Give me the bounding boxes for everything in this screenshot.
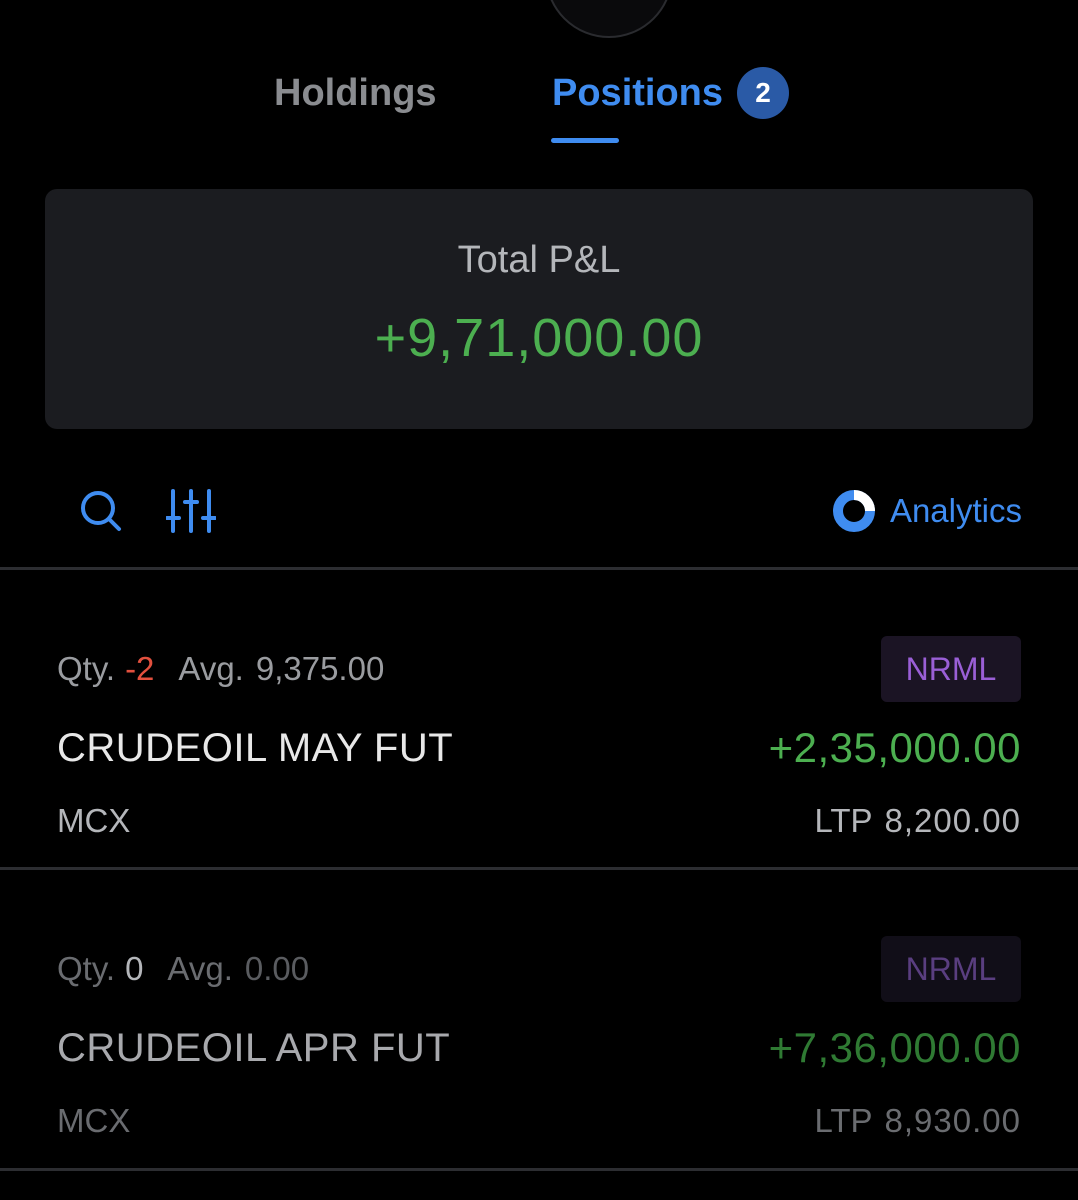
divider xyxy=(0,567,1078,570)
product-type-badge: NRML xyxy=(881,936,1021,1002)
ltp: LTP 8,930.00 xyxy=(814,1102,1021,1140)
qty-label: Qty. xyxy=(57,950,116,987)
position-row[interactable]: Qty. -2 Avg. 9,375.00 NRML CRUDEOIL MAY FUT… xyxy=(0,590,1078,888)
positions-tabs: Holdings Positions 2 xyxy=(0,62,1078,152)
positions-toolbar: Analytics xyxy=(0,480,1078,540)
analytics-button[interactable]: Analytics xyxy=(832,486,1022,536)
active-tab-indicator xyxy=(551,138,619,143)
ltp-value: 8,930.00 xyxy=(884,1102,1021,1139)
product-type-badge: NRML xyxy=(881,636,1021,702)
analytics-donut-icon xyxy=(832,490,875,532)
position-qty-avg: Qty. 0 Avg. 0.00 xyxy=(57,950,309,988)
instrument-name: CRUDEOIL APR FUT xyxy=(57,1026,451,1070)
exchange-label: MCX xyxy=(57,1102,131,1139)
avatar[interactable] xyxy=(545,0,673,38)
qty-value: 0 xyxy=(125,950,144,987)
total-pnl-label: Total P&L xyxy=(457,239,621,281)
positions-count-badge: 2 xyxy=(737,67,790,119)
position-pnl: +7,36,000.00 xyxy=(768,1024,1021,1071)
position-pnl: +2,35,000.00 xyxy=(768,724,1021,771)
avg-value: 9,375.00 xyxy=(255,650,385,687)
divider xyxy=(0,867,1078,870)
qty-label: Qty. xyxy=(57,650,116,687)
sliders-icon[interactable] xyxy=(165,488,217,534)
exchange-label: MCX xyxy=(57,802,131,839)
tab-holdings[interactable]: Holdings xyxy=(274,62,437,124)
ltp-label: LTP xyxy=(814,802,873,839)
analytics-label: Analytics xyxy=(889,492,1022,529)
search-icon[interactable] xyxy=(78,488,124,534)
tab-holdings-label: Holdings xyxy=(274,71,437,114)
ltp-value: 8,200.00 xyxy=(884,802,1021,839)
avg-label: Avg. xyxy=(167,950,233,987)
tab-positions-label: Positions xyxy=(552,71,724,114)
qty-value: -2 xyxy=(125,650,155,687)
avg-value: 0.00 xyxy=(244,950,310,987)
avg-label: Avg. xyxy=(178,650,244,687)
total-pnl-card: Total P&L +9,71,000.00 xyxy=(45,189,1033,429)
instrument-name: CRUDEOIL MAY FUT xyxy=(57,726,454,770)
tab-positions[interactable]: Positions 2 xyxy=(552,62,790,124)
position-row[interactable]: Qty. 0 Avg. 0.00 NRML CRUDEOIL APR FUT +7,3… xyxy=(0,890,1078,1188)
divider xyxy=(0,1168,1078,1171)
position-qty-avg: Qty. -2 Avg. 9,375.00 xyxy=(57,650,384,688)
ltp: LTP 8,200.00 xyxy=(814,802,1021,840)
ltp-label: LTP xyxy=(814,1102,873,1139)
total-pnl-value: +9,71,000.00 xyxy=(374,308,704,368)
